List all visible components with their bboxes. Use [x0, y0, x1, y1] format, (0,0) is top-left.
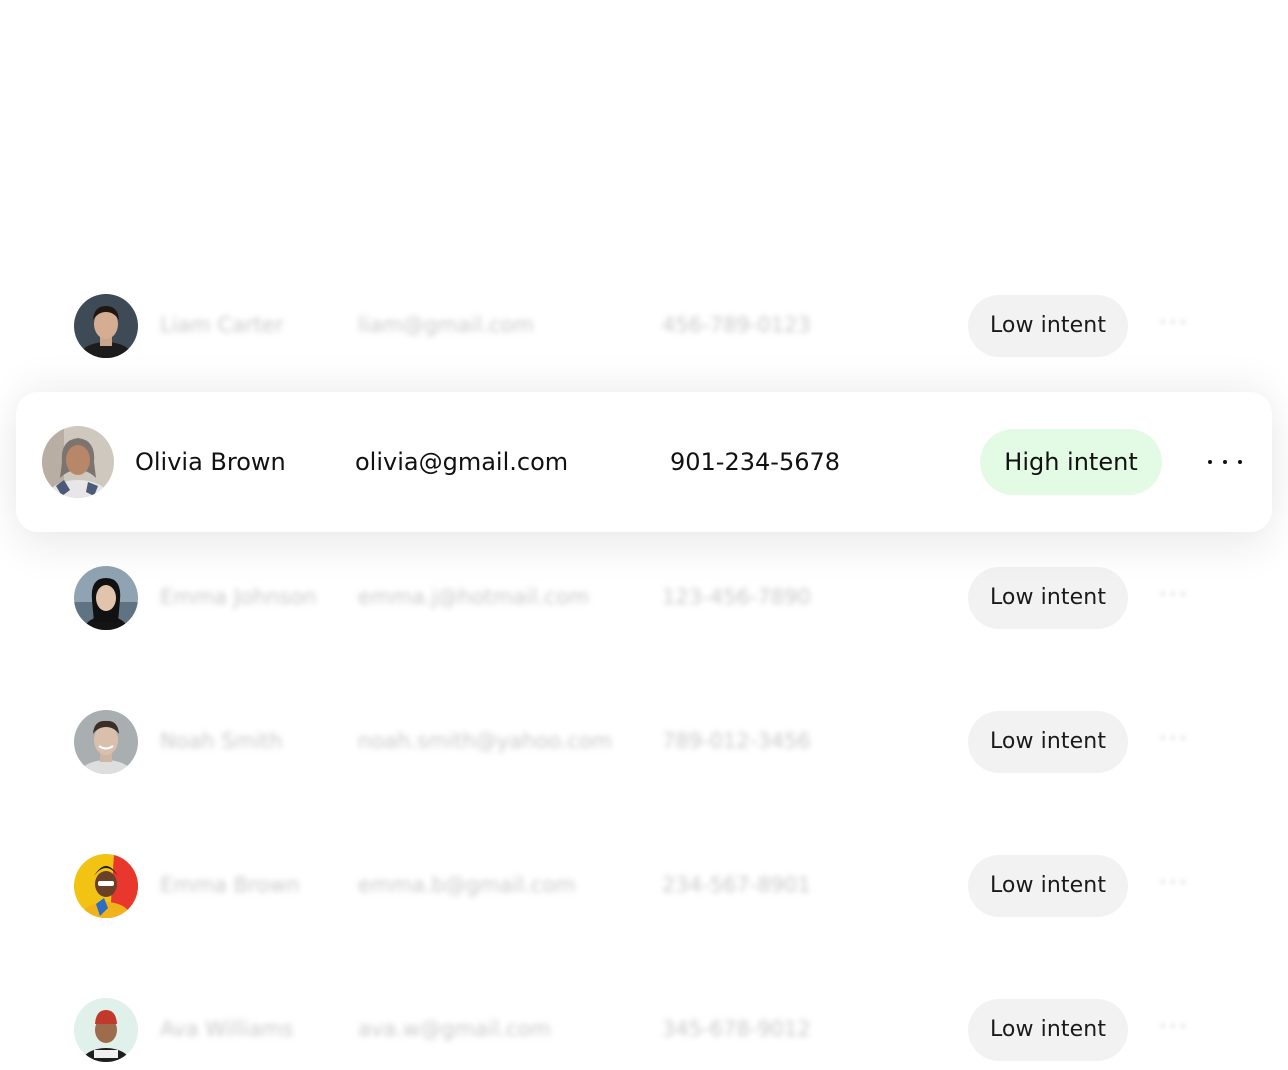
contact-email: ava.w@gmail.com — [358, 1017, 551, 1041]
list-item[interactable]: Emma Johnson emma.j@hotmail.com 123-456-… — [0, 558, 1288, 638]
avatar — [74, 998, 138, 1062]
list-item[interactable]: Liam Carter liam@gmail.com 456-789-0123 … — [0, 286, 1288, 366]
intent-badge: Low intent — [968, 855, 1128, 917]
contact-email: emma.j@hotmail.com — [358, 585, 590, 609]
contact-email: emma.b@gmail.com — [358, 873, 576, 897]
contact-name: Liam Carter — [160, 313, 284, 337]
contact-phone: 345-678-9012 — [662, 1017, 811, 1041]
more-options-icon[interactable]: ··· — [1152, 724, 1196, 760]
more-options-icon[interactable]: ··· — [1152, 580, 1196, 616]
more-options-icon[interactable]: ··· — [1152, 1012, 1196, 1048]
more-options-icon[interactable]: ··· — [1152, 868, 1196, 904]
avatar — [42, 426, 114, 498]
avatar — [74, 710, 138, 774]
intent-badge: Low intent — [968, 295, 1128, 357]
intent-badge-high: High intent — [980, 429, 1162, 495]
contact-name: Olivia Brown — [135, 448, 286, 476]
contact-name: Noah Smith — [160, 729, 283, 753]
contact-name: Ava Williams — [160, 1017, 294, 1041]
list-item[interactable]: Noah Smith noah.smith@yahoo.com 789-012-… — [0, 702, 1288, 782]
more-options-icon[interactable] — [1182, 442, 1242, 482]
avatar — [74, 854, 138, 918]
focused-contact-card[interactable]: Olivia Brown olivia@gmail.com 901-234-56… — [16, 392, 1272, 532]
list-item[interactable]: Ava Williams ava.w@gmail.com 345-678-901… — [0, 990, 1288, 1070]
avatar — [74, 294, 138, 358]
avatar — [74, 566, 138, 630]
contact-phone: 123-456-7890 — [662, 585, 811, 609]
contact-email: noah.smith@yahoo.com — [358, 729, 613, 753]
contact-phone: 789-012-3456 — [662, 729, 811, 753]
more-options-icon[interactable]: ··· — [1152, 308, 1196, 344]
contact-email: liam@gmail.com — [358, 313, 534, 337]
contact-phone: 456-789-0123 — [662, 313, 811, 337]
contact-phone: 234-567-8901 — [662, 873, 811, 897]
intent-badge: Low intent — [968, 567, 1128, 629]
intent-badge: Low intent — [968, 999, 1128, 1061]
contact-name: Emma Johnson — [160, 585, 317, 609]
contact-list: Liam Carter liam@gmail.com 456-789-0123 … — [0, 0, 1288, 1062]
intent-badge: Low intent — [968, 711, 1128, 773]
contact-phone[interactable]: 901-234-5678 — [670, 447, 840, 477]
list-item[interactable]: Emma Brown emma.b@gmail.com 234-567-8901… — [0, 846, 1288, 926]
contact-name: Emma Brown — [160, 873, 300, 897]
contact-email[interactable]: olivia@gmail.com — [355, 447, 568, 477]
